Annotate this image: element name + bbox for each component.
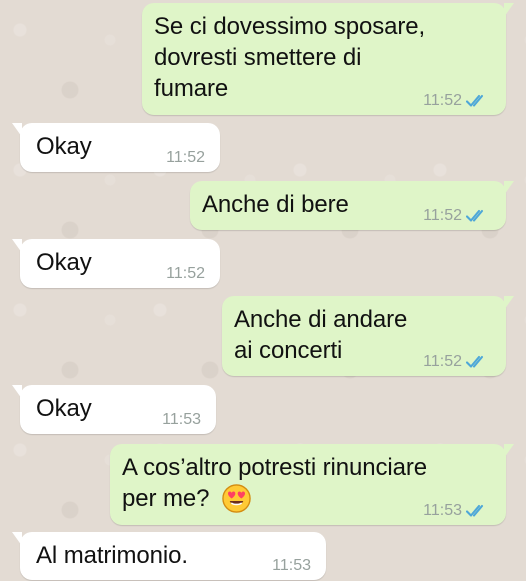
- message-time-3: 11:52: [423, 207, 462, 224]
- message-bubble-3[interactable]: Anche di bere 11:52: [190, 181, 514, 230]
- message-meta-2: 11:52: [166, 149, 205, 167]
- message-meta-1: 11:52: [423, 92, 488, 110]
- heart-eyes-emoji: [222, 484, 251, 513]
- message-meta-5: 11:52: [423, 353, 488, 371]
- message-bubble-1[interactable]: Se ci dovessimo sposare, dovresti smette…: [142, 3, 514, 115]
- message-time-7: 11:53: [423, 502, 462, 519]
- message-time-8: 11:53: [272, 557, 311, 574]
- message-bubble-7[interactable]: A cos’altro potresti rinunciare per me? …: [110, 444, 514, 525]
- chat-thread: Se ci dovessimo sposare, dovresti smette…: [0, 0, 526, 581]
- message-text-6: Okay: [36, 395, 92, 422]
- message-meta-7: 11:53: [423, 502, 488, 520]
- message-text-3: Anche di bere: [202, 191, 349, 218]
- message-text-1: Se ci dovessimo sposare, dovresti smette…: [154, 13, 426, 102]
- double-check-icon: [466, 355, 488, 369]
- double-check-icon: [466, 209, 488, 223]
- message-time-1: 11:52: [423, 92, 462, 109]
- message-text-7: A cos’altro potresti rinunciare per me?: [122, 454, 428, 512]
- message-meta-4: 11:52: [166, 265, 205, 283]
- message-time-2: 11:52: [166, 149, 205, 166]
- message-meta-8: 11:53: [272, 557, 311, 575]
- message-bubble-5[interactable]: Anche di andare ai concerti 11:52: [222, 296, 514, 376]
- message-text-4: Okay: [36, 249, 92, 276]
- message-time-5: 11:52: [423, 353, 462, 370]
- double-check-icon: [466, 94, 488, 108]
- message-text-5: Anche di andare ai concerti: [234, 306, 408, 364]
- message-time-6: 11:53: [162, 411, 201, 428]
- message-meta-3: 11:52: [423, 207, 488, 225]
- message-bubble-4[interactable]: Okay 11:52: [12, 239, 220, 288]
- message-bubble-6[interactable]: Okay 11:53: [12, 385, 216, 434]
- message-time-4: 11:52: [166, 265, 205, 282]
- message-text-2: Okay: [36, 133, 92, 160]
- message-bubble-2[interactable]: Okay 11:52: [12, 123, 220, 172]
- message-bubble-8[interactable]: Al matrimonio. 11:53: [12, 532, 326, 580]
- message-text-8: Al matrimonio.: [36, 542, 188, 569]
- message-meta-6: 11:53: [162, 411, 201, 429]
- double-check-icon: [466, 504, 488, 518]
